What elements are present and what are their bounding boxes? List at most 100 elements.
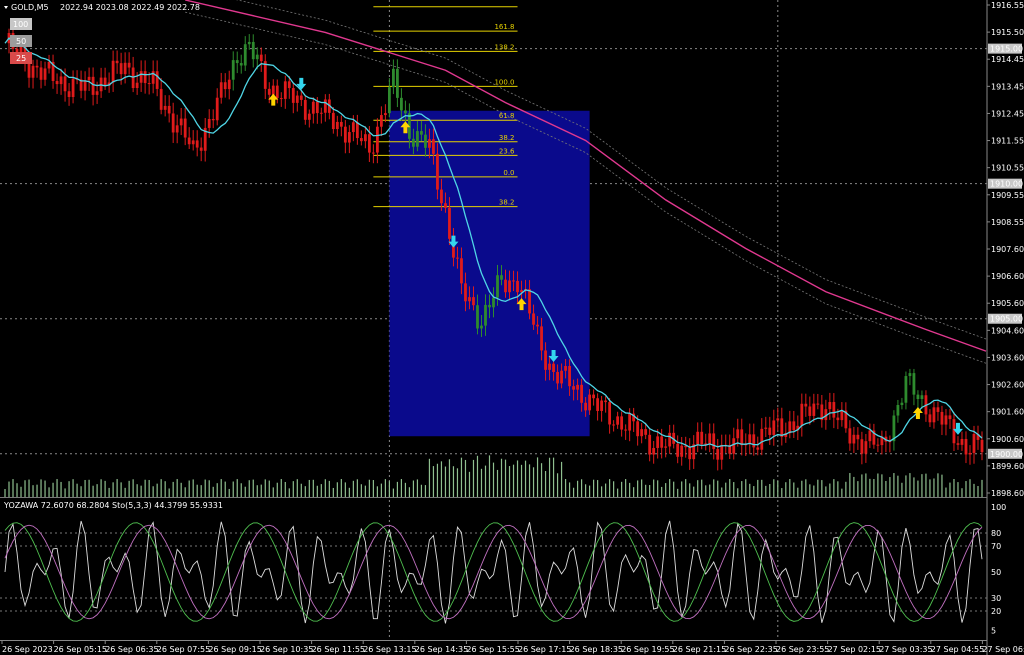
price-tick-label: 1909.55 <box>991 191 1024 200</box>
candle-body <box>391 68 395 88</box>
candle-body <box>167 105 171 114</box>
candle-body <box>912 373 916 395</box>
candle-body <box>91 76 95 95</box>
volume-bar <box>749 483 751 497</box>
candle-body <box>556 371 559 384</box>
candle-body <box>247 41 251 45</box>
volume-bar <box>504 459 507 497</box>
volume-bar <box>188 480 190 497</box>
volume-bar <box>729 479 731 497</box>
volume-bar <box>268 480 270 497</box>
volume-bar <box>456 468 459 497</box>
volume-bar <box>576 480 579 497</box>
volume-bar <box>685 479 687 497</box>
candle-body <box>468 297 471 302</box>
time-tick-label: 26 Sep 06:35 <box>105 645 158 654</box>
price-chart[interactable]: 161.8 138.2 100.0 61.8 38.2 23.6 0.0 38.2 1916.… <box>0 0 1024 655</box>
candle-body <box>219 82 223 98</box>
volume-bar <box>833 479 835 497</box>
volume-bar <box>84 479 86 497</box>
candle-body <box>139 71 143 83</box>
candle-body <box>163 105 167 110</box>
candle-body <box>416 131 419 147</box>
zoom-button-100[interactable]: 100 <box>10 18 32 30</box>
svg-text:100: 100 <box>13 20 28 29</box>
candle-body <box>47 61 51 69</box>
volume-bar <box>801 480 803 497</box>
volume-bar <box>613 481 615 497</box>
volume-bar <box>564 479 567 497</box>
volume-bar <box>981 479 983 497</box>
volume-bar <box>737 488 739 497</box>
volume-bar <box>757 479 759 497</box>
candle-body <box>35 65 39 68</box>
volume-bar <box>180 482 182 497</box>
zoom-button-50[interactable]: 50 <box>10 35 32 47</box>
volume-bar <box>380 483 382 497</box>
time-tick-label: 26 Sep 23:55 <box>776 645 829 654</box>
candle-body <box>331 112 335 130</box>
time-tick-label: 26 Sep 09:15 <box>208 645 261 654</box>
candle-body <box>448 207 451 239</box>
volume-bar <box>773 479 775 497</box>
volume-bar <box>580 479 583 497</box>
volume-bar <box>104 480 106 497</box>
volume-bar <box>340 479 342 497</box>
candle-body <box>828 402 832 410</box>
volume-bar <box>520 464 523 497</box>
candle-body <box>155 71 159 89</box>
volume-bar <box>556 473 559 497</box>
volume-bar <box>284 481 286 497</box>
volume-bar <box>957 482 959 497</box>
candle-body <box>812 403 816 416</box>
candle-body <box>283 81 287 99</box>
candle-body <box>776 418 780 421</box>
volume-bar <box>116 479 118 497</box>
volume-bar <box>929 479 931 497</box>
zoom-button-25[interactable]: 25 <box>10 52 32 64</box>
candle-body <box>63 76 67 92</box>
volume-bar <box>717 480 719 497</box>
volume-bar <box>140 485 142 497</box>
candle-body <box>472 297 475 306</box>
volume-bar <box>336 482 338 497</box>
candle-body <box>307 113 311 120</box>
volume-bar <box>304 486 306 497</box>
volume-bar <box>721 487 723 497</box>
volume-bar <box>496 469 499 497</box>
candle-body <box>980 439 984 453</box>
volume-bar <box>236 479 238 497</box>
volume-bar <box>452 466 455 497</box>
volume-bar <box>893 473 895 497</box>
volume-bar <box>901 482 903 497</box>
volume-bar <box>204 479 206 497</box>
candle-body <box>59 76 63 85</box>
time-tick-label: 26 Sep 14:35 <box>415 645 468 654</box>
volume-bar <box>961 488 963 497</box>
volume-bar <box>817 479 819 497</box>
candle-body <box>412 138 415 147</box>
volume-bar <box>100 479 102 497</box>
volume-bar <box>512 464 515 497</box>
price-tick-label: 1903.60 <box>991 353 1024 362</box>
volume-bar <box>805 479 807 497</box>
volume-bar <box>44 480 46 497</box>
volume-bar <box>973 483 975 497</box>
volume-bar <box>584 484 587 497</box>
time-tick-label: 26 Sep 21:15 <box>673 645 726 654</box>
candle-body <box>159 88 163 110</box>
candle-body <box>584 402 587 411</box>
price-tick-label: 1916.55 <box>991 1 1024 10</box>
candle-body <box>516 280 519 293</box>
candle-body <box>400 97 403 111</box>
price-marker-label: 1915.00 <box>990 45 1023 54</box>
volume-bar <box>296 479 298 497</box>
candle-body <box>383 113 387 116</box>
candle-body <box>536 324 539 327</box>
candle-body <box>908 373 912 377</box>
candle-body <box>644 429 648 435</box>
candle-body <box>187 137 191 145</box>
candle-body <box>568 366 571 387</box>
time-tick-label: 26 Sep 18:35 <box>570 645 623 654</box>
volume-bar <box>609 479 611 497</box>
